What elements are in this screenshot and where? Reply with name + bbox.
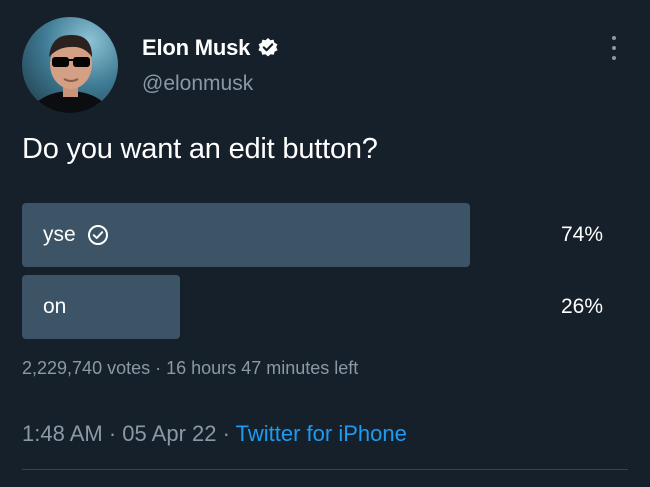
- poll-option-percent: 26%: [560, 295, 603, 318]
- tweet-timestamp: 1:48 AM · 05 Apr 22 · Twitter for iPhone: [22, 421, 407, 447]
- separator: ·: [108, 421, 117, 446]
- check-circle-icon: [87, 224, 109, 246]
- poll-option-label: yse: [43, 223, 76, 246]
- separator: ·: [155, 358, 162, 378]
- poll-option-label: on: [43, 295, 67, 318]
- poll-votes: 2,229,740 votes: [22, 358, 151, 378]
- poll-meta: 2,229,740 votes · 16 hours 47 minutes le…: [22, 358, 358, 379]
- separator: ·: [222, 421, 230, 446]
- poll-option-yse[interactable]: yse 74%: [22, 203, 628, 267]
- tweet-time[interactable]: 1:48 AM: [22, 421, 103, 446]
- author-name-row[interactable]: Elon Musk: [142, 35, 279, 61]
- poll-option-label-row: yse: [43, 203, 109, 267]
- tweet-card: Elon Musk @elonmusk Do you want an edit …: [0, 0, 650, 487]
- verified-badge-icon: [257, 37, 279, 59]
- poll-time-left: 16 hours 47 minutes left: [166, 358, 359, 378]
- avatar[interactable]: [22, 17, 118, 113]
- poll-option-percent: 74%: [560, 223, 603, 246]
- more-vertical-icon[interactable]: [604, 36, 624, 60]
- tweet-date[interactable]: 05 Apr 22: [122, 421, 216, 446]
- tweet-text: Do you want an edit button?: [22, 133, 378, 165]
- author-name[interactable]: Elon Musk: [142, 35, 250, 61]
- divider: [22, 469, 628, 470]
- tweet-source-link[interactable]: Twitter for iPhone: [236, 421, 407, 446]
- poll-option-label-row: on: [43, 275, 66, 339]
- author-handle[interactable]: @elonmusk: [142, 72, 253, 96]
- poll-option-on[interactable]: on 26%: [22, 275, 628, 339]
